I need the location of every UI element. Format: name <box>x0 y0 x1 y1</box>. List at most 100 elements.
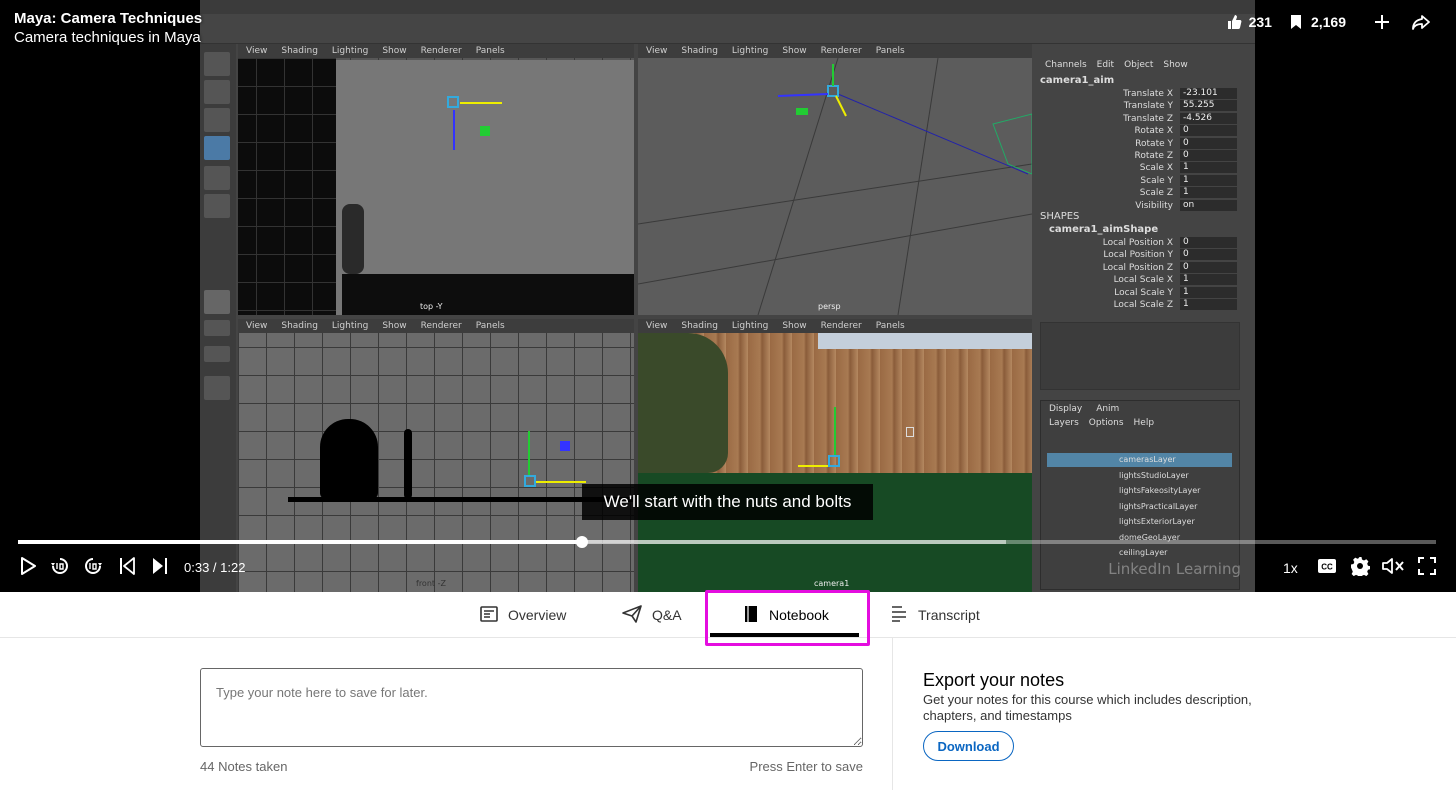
shape-channel-value: 0 <box>1180 237 1237 248</box>
channel-name: Translate Y <box>1123 101 1173 112</box>
tab-qa[interactable]: Q&A <box>622 592 682 638</box>
thumbs-up-icon <box>1226 14 1242 30</box>
shape-channel-row: Local Scale Y 1 <box>1035 286 1237 299</box>
shape-channel-row: Local Position Z 0 <box>1035 261 1237 274</box>
tab-overview[interactable]: Overview <box>480 592 566 638</box>
tab-transcript[interactable]: Transcript <box>890 592 980 638</box>
shape-channel-row: Local Scale X 1 <box>1035 274 1237 286</box>
svg-text:CC: CC <box>1321 562 1333 571</box>
rotate-tool-icon <box>204 166 230 190</box>
layer-name: camerasLayer <box>1119 455 1176 464</box>
download-button[interactable]: Download <box>923 731 1014 761</box>
channel-value: 0 <box>1180 137 1237 149</box>
share-button[interactable] <box>1412 14 1430 30</box>
video-player[interactable]: View Shading Lighting Show Renderer Panels to… <box>0 0 1456 592</box>
shape-channel-name: Local Scale Y <box>1114 287 1173 298</box>
video-title: Camera techniques in Maya <box>14 29 201 46</box>
channel-name: Scale X <box>1139 163 1173 174</box>
channel-name: Translate Z <box>1123 113 1173 124</box>
move-tool-icon <box>204 136 230 160</box>
outliner-icon <box>204 376 230 400</box>
layer-row: lightsStudioLayer <box>1047 469 1232 483</box>
panel-layout-icon <box>204 320 230 336</box>
viewport-top-label: top -Y <box>420 302 443 311</box>
panel-layout-icon-2 <box>204 346 230 362</box>
viewport-top-menu: View Shading Lighting Show Renderer Panels <box>238 44 634 58</box>
save-count: 2,169 <box>1310 14 1346 30</box>
channel-object-name: camera1_aim <box>1040 75 1115 86</box>
next-video-button[interactable] <box>150 554 170 582</box>
viewport-camera1-menu: View Shading Lighting Show Renderer Panels <box>638 319 1032 333</box>
viewport-persp: View Shading Lighting Show Renderer Panels pe… <box>638 44 1032 315</box>
layer-name: lightsStudioLayer <box>1119 470 1189 480</box>
settings-button[interactable] <box>1349 554 1371 582</box>
channel-row: Scale X 1 <box>1035 162 1237 174</box>
tab-overview-label: Overview <box>508 607 567 623</box>
shape-channel-name: Local Position Y <box>1103 250 1173 261</box>
app-root: View Shading Lighting Show Renderer Panels to… <box>0 0 1456 790</box>
viewport-camera1: View Shading Lighting Show Renderer Panels ca… <box>638 319 1032 592</box>
shape-channel-row: Local Scale Z 1 <box>1035 299 1237 311</box>
note-input[interactable] <box>200 668 863 747</box>
shape-name: camera1_aimShape <box>1049 224 1159 235</box>
video-top-actions: 231 2,169 <box>1208 14 1430 30</box>
playback-speed-button[interactable]: 1x <box>1283 554 1298 582</box>
paint-tool-icon <box>204 108 230 132</box>
shape-channel-name: Local Position X <box>1102 238 1173 248</box>
captions-button[interactable]: CC <box>1316 554 1338 582</box>
shape-channel-value: 1 <box>1180 274 1237 286</box>
maya-toolbar <box>200 14 1255 44</box>
maya-toolstrip <box>200 44 236 592</box>
channel-row: Scale Y 1 <box>1035 174 1237 187</box>
forward-10-icon <box>83 556 103 581</box>
channel-name: Scale Z <box>1139 188 1173 199</box>
channel-row: Translate X -23.101 <box>1035 88 1237 100</box>
shapes-label: SHAPES <box>1040 211 1080 222</box>
overview-icon <box>480 605 498 625</box>
layer-name: lightsPracticalLayer <box>1119 501 1198 511</box>
active-tab-indicator <box>710 633 859 637</box>
content-tabs: Overview Q&A Notebook Transcript <box>0 592 1456 638</box>
shape-channel-value: 0 <box>1180 261 1237 273</box>
channel-value: -23.101 <box>1180 88 1237 99</box>
shape-channel-name: Local Scale Z <box>1113 300 1173 310</box>
shape-channel-row: Local Position Y 0 <box>1035 249 1237 261</box>
progress-bar[interactable] <box>18 536 1436 548</box>
channel-row: Rotate Z 0 <box>1035 150 1237 162</box>
closed-captions-icon: CC <box>1317 558 1337 579</box>
save-button[interactable]: 2,169 <box>1290 14 1346 30</box>
notebook-icon <box>743 605 759 626</box>
viewport-front: View Shading Lighting Show Renderer Panels fr… <box>238 319 634 592</box>
layer-row: lightsFakeosityLayer <box>1047 484 1232 498</box>
video-caption: We'll start with the nuts and bolts <box>582 484 873 520</box>
select-tool-icon <box>204 52 230 76</box>
channel-name: Rotate Y <box>1135 138 1173 149</box>
play-button[interactable] <box>16 554 40 582</box>
shape-channel-value: 0 <box>1180 249 1237 261</box>
export-notes-description: Get your notes for this course which inc… <box>923 692 1252 723</box>
layer-name: lightsFakeosityLayer <box>1119 486 1201 495</box>
playback-time: 0:33 / 1:22 <box>184 560 246 575</box>
forward-10-button[interactable] <box>82 554 104 582</box>
rewind-10-button[interactable] <box>49 554 71 582</box>
previous-video-button[interactable] <box>117 554 137 582</box>
tab-notebook[interactable]: Notebook <box>743 592 829 638</box>
like-button[interactable]: 231 <box>1226 14 1272 30</box>
channel-value: 55.255 <box>1180 100 1237 112</box>
layer-row: lightsPracticalLayer <box>1047 500 1232 514</box>
viewport-front-menu: View Shading Lighting Show Renderer Panels <box>238 319 634 333</box>
maya-menubar <box>200 0 1255 14</box>
mute-button[interactable] <box>1382 554 1404 582</box>
add-button[interactable] <box>1374 14 1390 30</box>
tab-transcript-label: Transcript <box>918 607 980 623</box>
tab-qa-label: Q&A <box>652 607 682 623</box>
fullscreen-button[interactable] <box>1416 554 1438 582</box>
channel-row: Scale Z 1 <box>1035 187 1237 199</box>
fullscreen-icon <box>1418 556 1436 580</box>
channel-value: 1 <box>1180 174 1237 186</box>
share-arrow-icon <box>1412 14 1430 30</box>
progress-played <box>18 540 583 544</box>
channel-name: Visibility <box>1135 200 1173 211</box>
export-notes-title: Export your notes <box>923 670 1065 690</box>
paper-plane-icon <box>622 604 642 626</box>
